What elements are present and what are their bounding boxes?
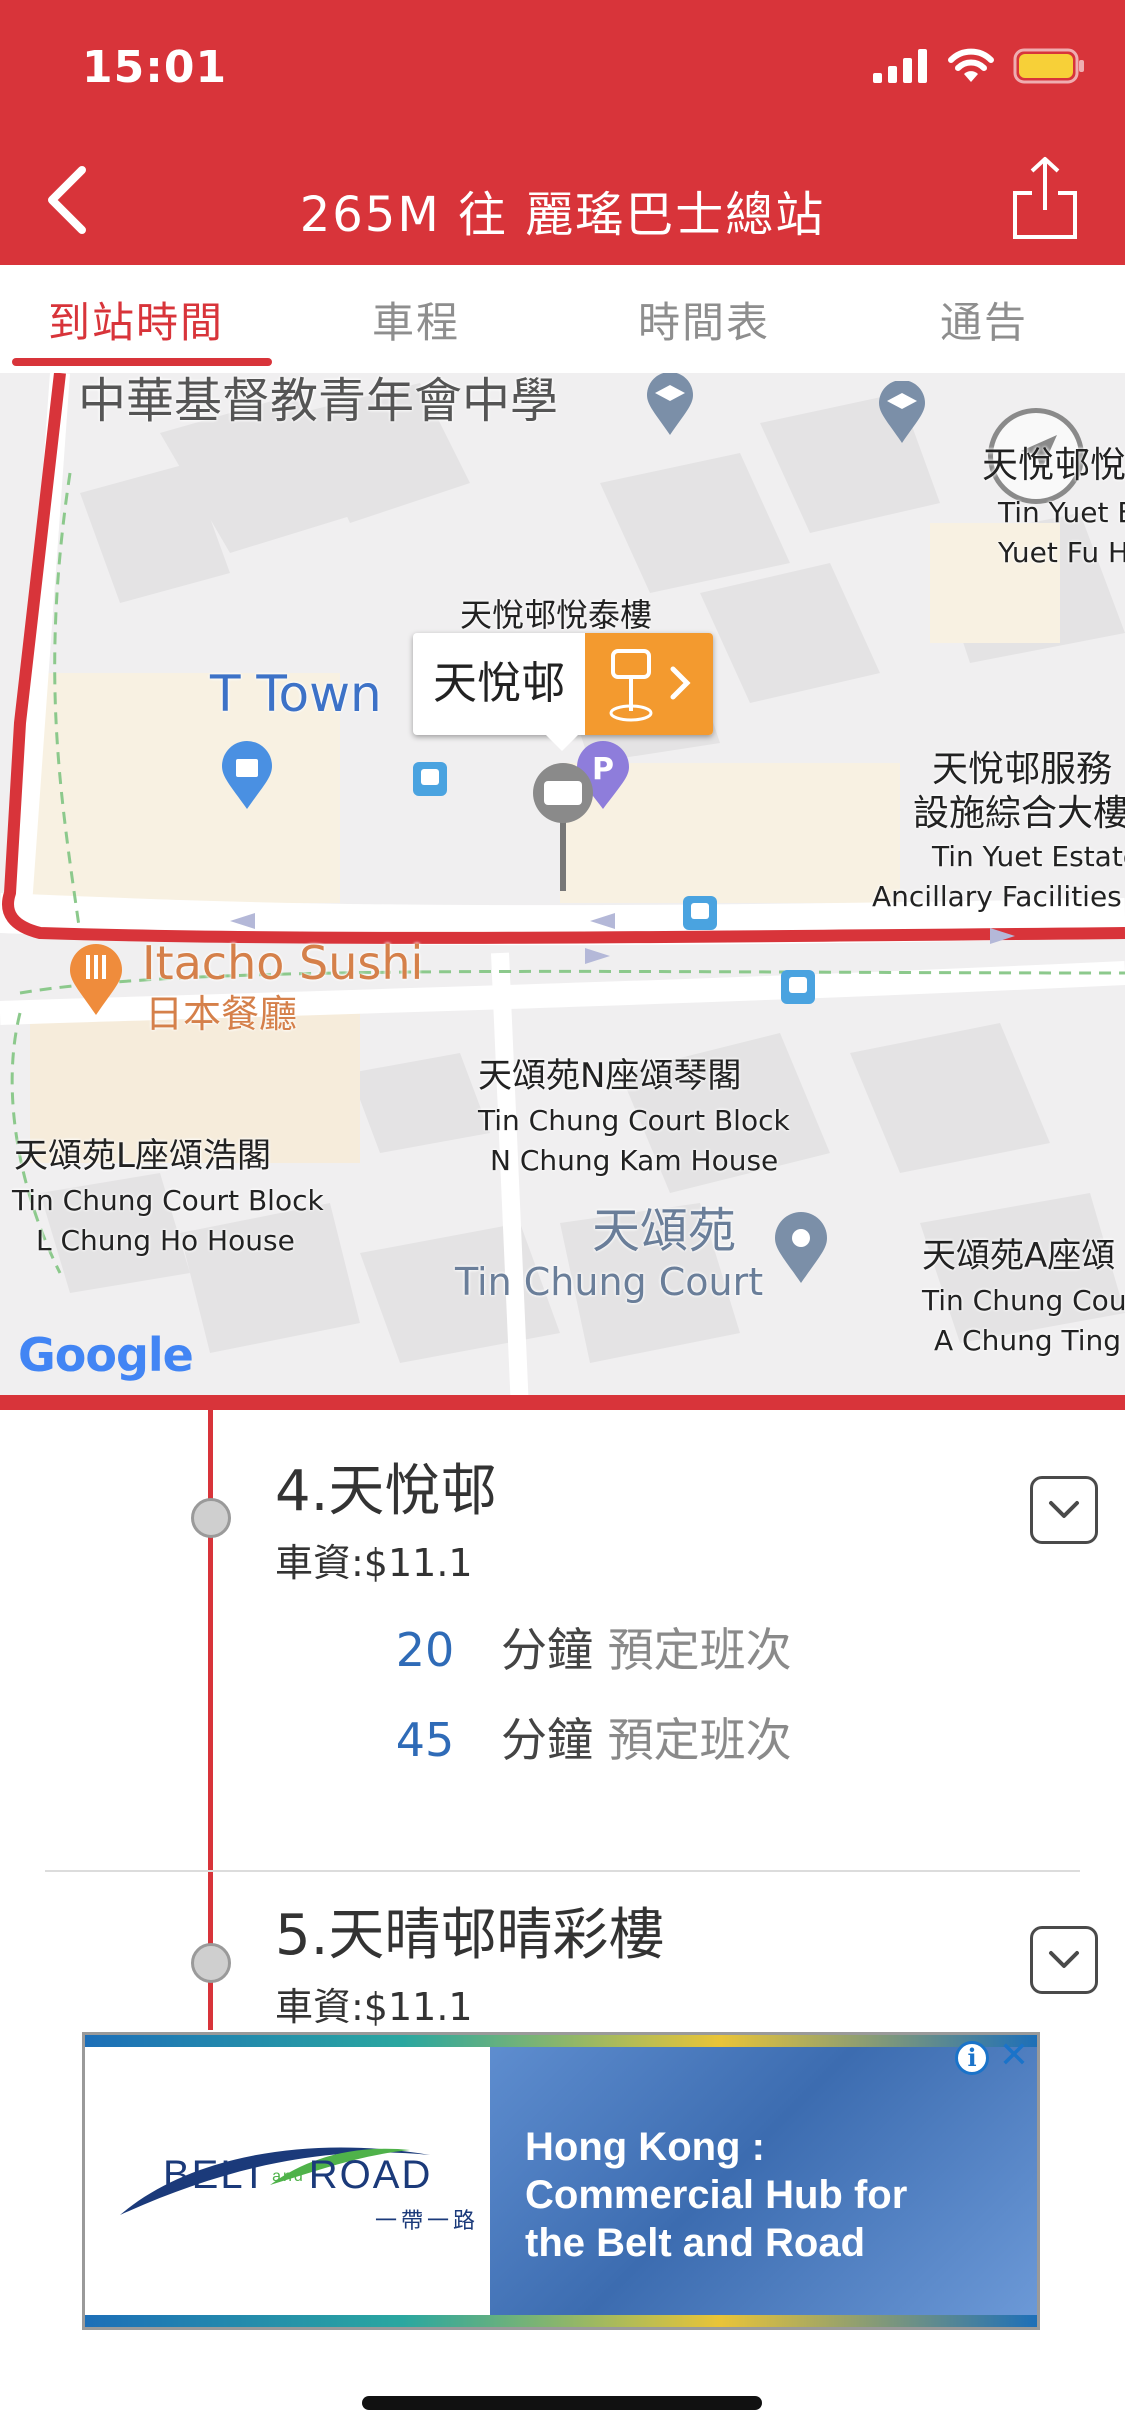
shopping-icon xyxy=(222,741,272,809)
eta-row: 20 分鐘 預定班次 xyxy=(385,1614,792,1680)
eta-unit: 分鐘 xyxy=(501,1713,593,1767)
tab-notices[interactable]: 通告 xyxy=(940,289,1028,350)
ad-info-icon[interactable]: i xyxy=(955,2041,989,2075)
ad-logo-text: BELT and ROAD xyxy=(163,2153,432,2198)
stop-divider xyxy=(45,1870,1080,1872)
stop-name[interactable]: 4.天悅邨 xyxy=(275,1446,496,1527)
ad-banner[interactable]: BELT and ROAD 一帶一路 Hong Kong : Commercial … xyxy=(82,2032,1040,2330)
place-pin-icon xyxy=(775,1212,827,1283)
map-label-block-a-zh: 天頌苑A座頌 xyxy=(922,1236,1116,1276)
stop-name[interactable]: 5.天晴邨晴彩樓 xyxy=(275,1890,664,1971)
share-icon xyxy=(1013,157,1077,239)
ad-headline-line: the Belt and Road xyxy=(525,2221,866,2265)
map-label-block-n-en: Tin Chung Court Block xyxy=(478,1104,790,1137)
tab-bar: 到站時間 車程 時間表 通告 xyxy=(0,265,1125,374)
ad-stripe xyxy=(85,2035,1037,2047)
map-bottom-border xyxy=(0,1395,1125,1410)
ad-headline-line: Commercial Hub for xyxy=(525,2173,908,2217)
chevron-down-icon xyxy=(1049,1951,1079,1968)
map-label-block-n-en-2: N Chung Kam House xyxy=(490,1144,779,1177)
map-label-yuet-fu: Yuet Fu H xyxy=(998,536,1125,569)
app-header: 15:01 265M 往 麗瑤巴士總站 xyxy=(0,0,1125,265)
tab-timetable[interactable]: 時間表 xyxy=(638,289,770,350)
status-icons xyxy=(873,48,1085,84)
map-label-itacho-zh: 日本餐廳 xyxy=(145,992,298,1036)
eta-note: 預定班次 xyxy=(607,1713,792,1767)
callout-pointer xyxy=(544,733,580,751)
map-label-block-n-zh: 天頌苑N座頌琴閣 xyxy=(478,1056,742,1096)
google-attribution: Google xyxy=(18,1328,194,1382)
map-label-services-zh-2: 設施綜合大樓 xyxy=(913,793,1125,834)
map-label-block-a-en-2: A Chung Ting H xyxy=(934,1324,1125,1357)
map-label-block-a-en: Tin Chung Cour xyxy=(922,1284,1125,1317)
status-time: 15:01 xyxy=(82,42,228,93)
active-tab-indicator xyxy=(12,358,272,366)
map-label-school: 中華基督教青年會中學 xyxy=(78,373,559,429)
map-label-services-en-2: Ancillary Facilities B xyxy=(872,880,1125,913)
stop-dot xyxy=(191,1498,231,1538)
restaurant-icon xyxy=(70,944,122,1015)
callout-directions-button[interactable] xyxy=(585,633,713,735)
stop-fare: 車資:$11.1 xyxy=(275,1541,473,1585)
tab-arrival-time[interactable]: 到站時間 xyxy=(48,289,224,350)
wifi-icon xyxy=(948,48,994,82)
eta-unit: 分鐘 xyxy=(501,1623,593,1677)
map-label-block-l-en: Tin Chung Court Block xyxy=(12,1184,324,1217)
map-label-court-en: Tin Chung Court xyxy=(455,1260,764,1304)
bus-stop-icon xyxy=(413,762,447,796)
bus-stop-marker-icon[interactable] xyxy=(528,763,598,893)
stop-callout[interactable]: 天悅邨 xyxy=(413,633,713,735)
map-label-services-en: Tin Yuet Estate xyxy=(932,840,1125,873)
eta-row: 45 分鐘 預定班次 xyxy=(385,1704,792,1770)
school-icon xyxy=(879,381,925,443)
route-map[interactable]: P 中華基督教青年會中學 天悅邨悅泰樓 T Town 天悅邨悅 Tin Yuet… xyxy=(0,373,1125,1410)
expand-stop-button[interactable] xyxy=(1030,1926,1098,1994)
home-indicator xyxy=(362,2396,762,2410)
callout-stop-name: 天悅邨 xyxy=(433,658,565,709)
ad-logo-and: and xyxy=(272,2168,305,2186)
tab-journey[interactable]: 車程 xyxy=(372,289,460,350)
map-label-services-zh: 天悅邨服務 xyxy=(932,749,1113,790)
ad-logo-left: BELT xyxy=(163,2153,269,2197)
ad-logo-subtitle: 一帶一路 xyxy=(375,2209,480,2234)
school-icon xyxy=(647,373,693,435)
battery-icon xyxy=(1013,48,1084,84)
map-label-yue-tai: 天悅邨悅泰樓 xyxy=(460,596,653,634)
map-label-t-town: T Town xyxy=(210,665,382,723)
ad-stripe xyxy=(85,2315,1037,2327)
bus-stop-directions-icon xyxy=(609,649,691,722)
stop-list: 4.天悅邨 車資:$11.1 20 分鐘 預定班次 45 分鐘 預定班次 5.天晴邨… xyxy=(0,1410,1125,2030)
map-label-court-zh: 天頌苑 xyxy=(592,1203,737,1259)
ad-headline: Hong Kong : Commercial Hub for the Belt … xyxy=(525,2123,1005,2267)
map-label-tin-yuet-top-en: Tin Yuet E xyxy=(998,496,1125,529)
eta-minutes: 45 xyxy=(395,1713,455,1767)
page-title: 265M 往 麗瑤巴士總站 xyxy=(299,187,826,243)
stop-fare: 車資:$11.1 xyxy=(275,1985,473,2029)
chevron-down-icon xyxy=(1049,1501,1079,1518)
bus-stop-icon xyxy=(683,896,717,930)
expand-stop-button[interactable] xyxy=(1030,1476,1098,1544)
ad-logo-right: ROAD xyxy=(308,2153,433,2197)
share-button[interactable] xyxy=(1010,155,1080,240)
eta-note: 預定班次 xyxy=(607,1623,792,1677)
map-label-block-l-en-2: L Chung Ho House xyxy=(36,1224,295,1257)
google-wordmark: Google xyxy=(18,1328,194,1382)
stop-dot xyxy=(191,1943,231,1983)
ad-headline-line: Hong Kong : xyxy=(525,2125,765,2169)
bus-stop-icon xyxy=(781,970,815,1004)
ad-close-icon[interactable]: ✕ xyxy=(997,2038,1031,2074)
map-label-block-l-zh: 天頌苑L座頌浩閣 xyxy=(14,1136,271,1176)
map-label-itacho-en: Itacho Sushi xyxy=(142,936,424,990)
map-label-tin-yuet-top: 天悅邨悅 xyxy=(982,445,1125,486)
eta-minutes: 20 xyxy=(395,1623,455,1677)
cellular-signal-icon xyxy=(873,49,927,83)
